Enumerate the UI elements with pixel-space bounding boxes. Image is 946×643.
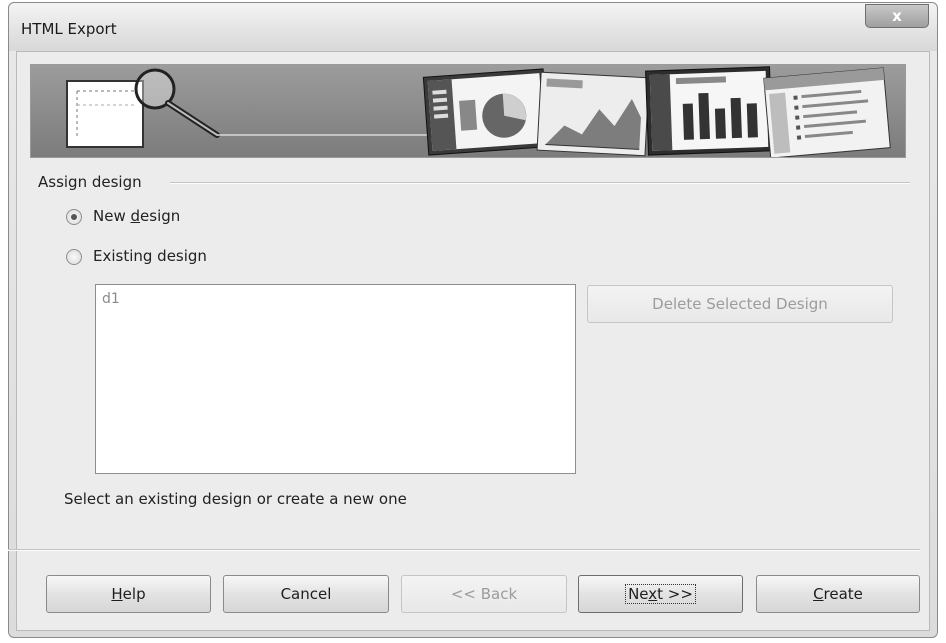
- help-button[interactable]: Help: [46, 575, 211, 613]
- design-list[interactable]: d1: [95, 284, 576, 474]
- create-button[interactable]: Create: [756, 575, 920, 613]
- group-divider: [170, 182, 910, 184]
- close-button[interactable]: x: [865, 4, 929, 28]
- window-title: HTML Export: [21, 20, 117, 38]
- delete-selected-design-button[interactable]: Delete Selected Design: [587, 285, 893, 323]
- existing-design-label[interactable]: Existing design: [93, 247, 207, 265]
- hint-text: Select an existing design or create a ne…: [64, 490, 407, 508]
- pie-chart-slide-icon: [422, 68, 550, 156]
- cancel-button[interactable]: Cancel: [223, 575, 389, 613]
- bar-chart-slide-icon: [645, 66, 773, 156]
- new-design-label[interactable]: New design: [93, 207, 180, 225]
- magnifier-icon: [66, 68, 220, 148]
- area-chart-slide-icon: [536, 71, 650, 157]
- list-item[interactable]: d1: [102, 291, 120, 307]
- title-bar[interactable]: HTML Export x: [9, 3, 937, 51]
- bullet-list-slide-icon: [763, 67, 891, 157]
- existing-design-radio[interactable]: [66, 249, 82, 265]
- footer-separator: [8, 549, 920, 551]
- new-design-radio[interactable]: [66, 209, 82, 225]
- wizard-banner: [30, 64, 906, 158]
- radio-selected-dot: [71, 214, 77, 220]
- back-button[interactable]: << Back: [401, 575, 567, 613]
- next-button[interactable]: Next >>: [578, 575, 743, 613]
- assign-design-group-label: Assign design: [38, 173, 150, 191]
